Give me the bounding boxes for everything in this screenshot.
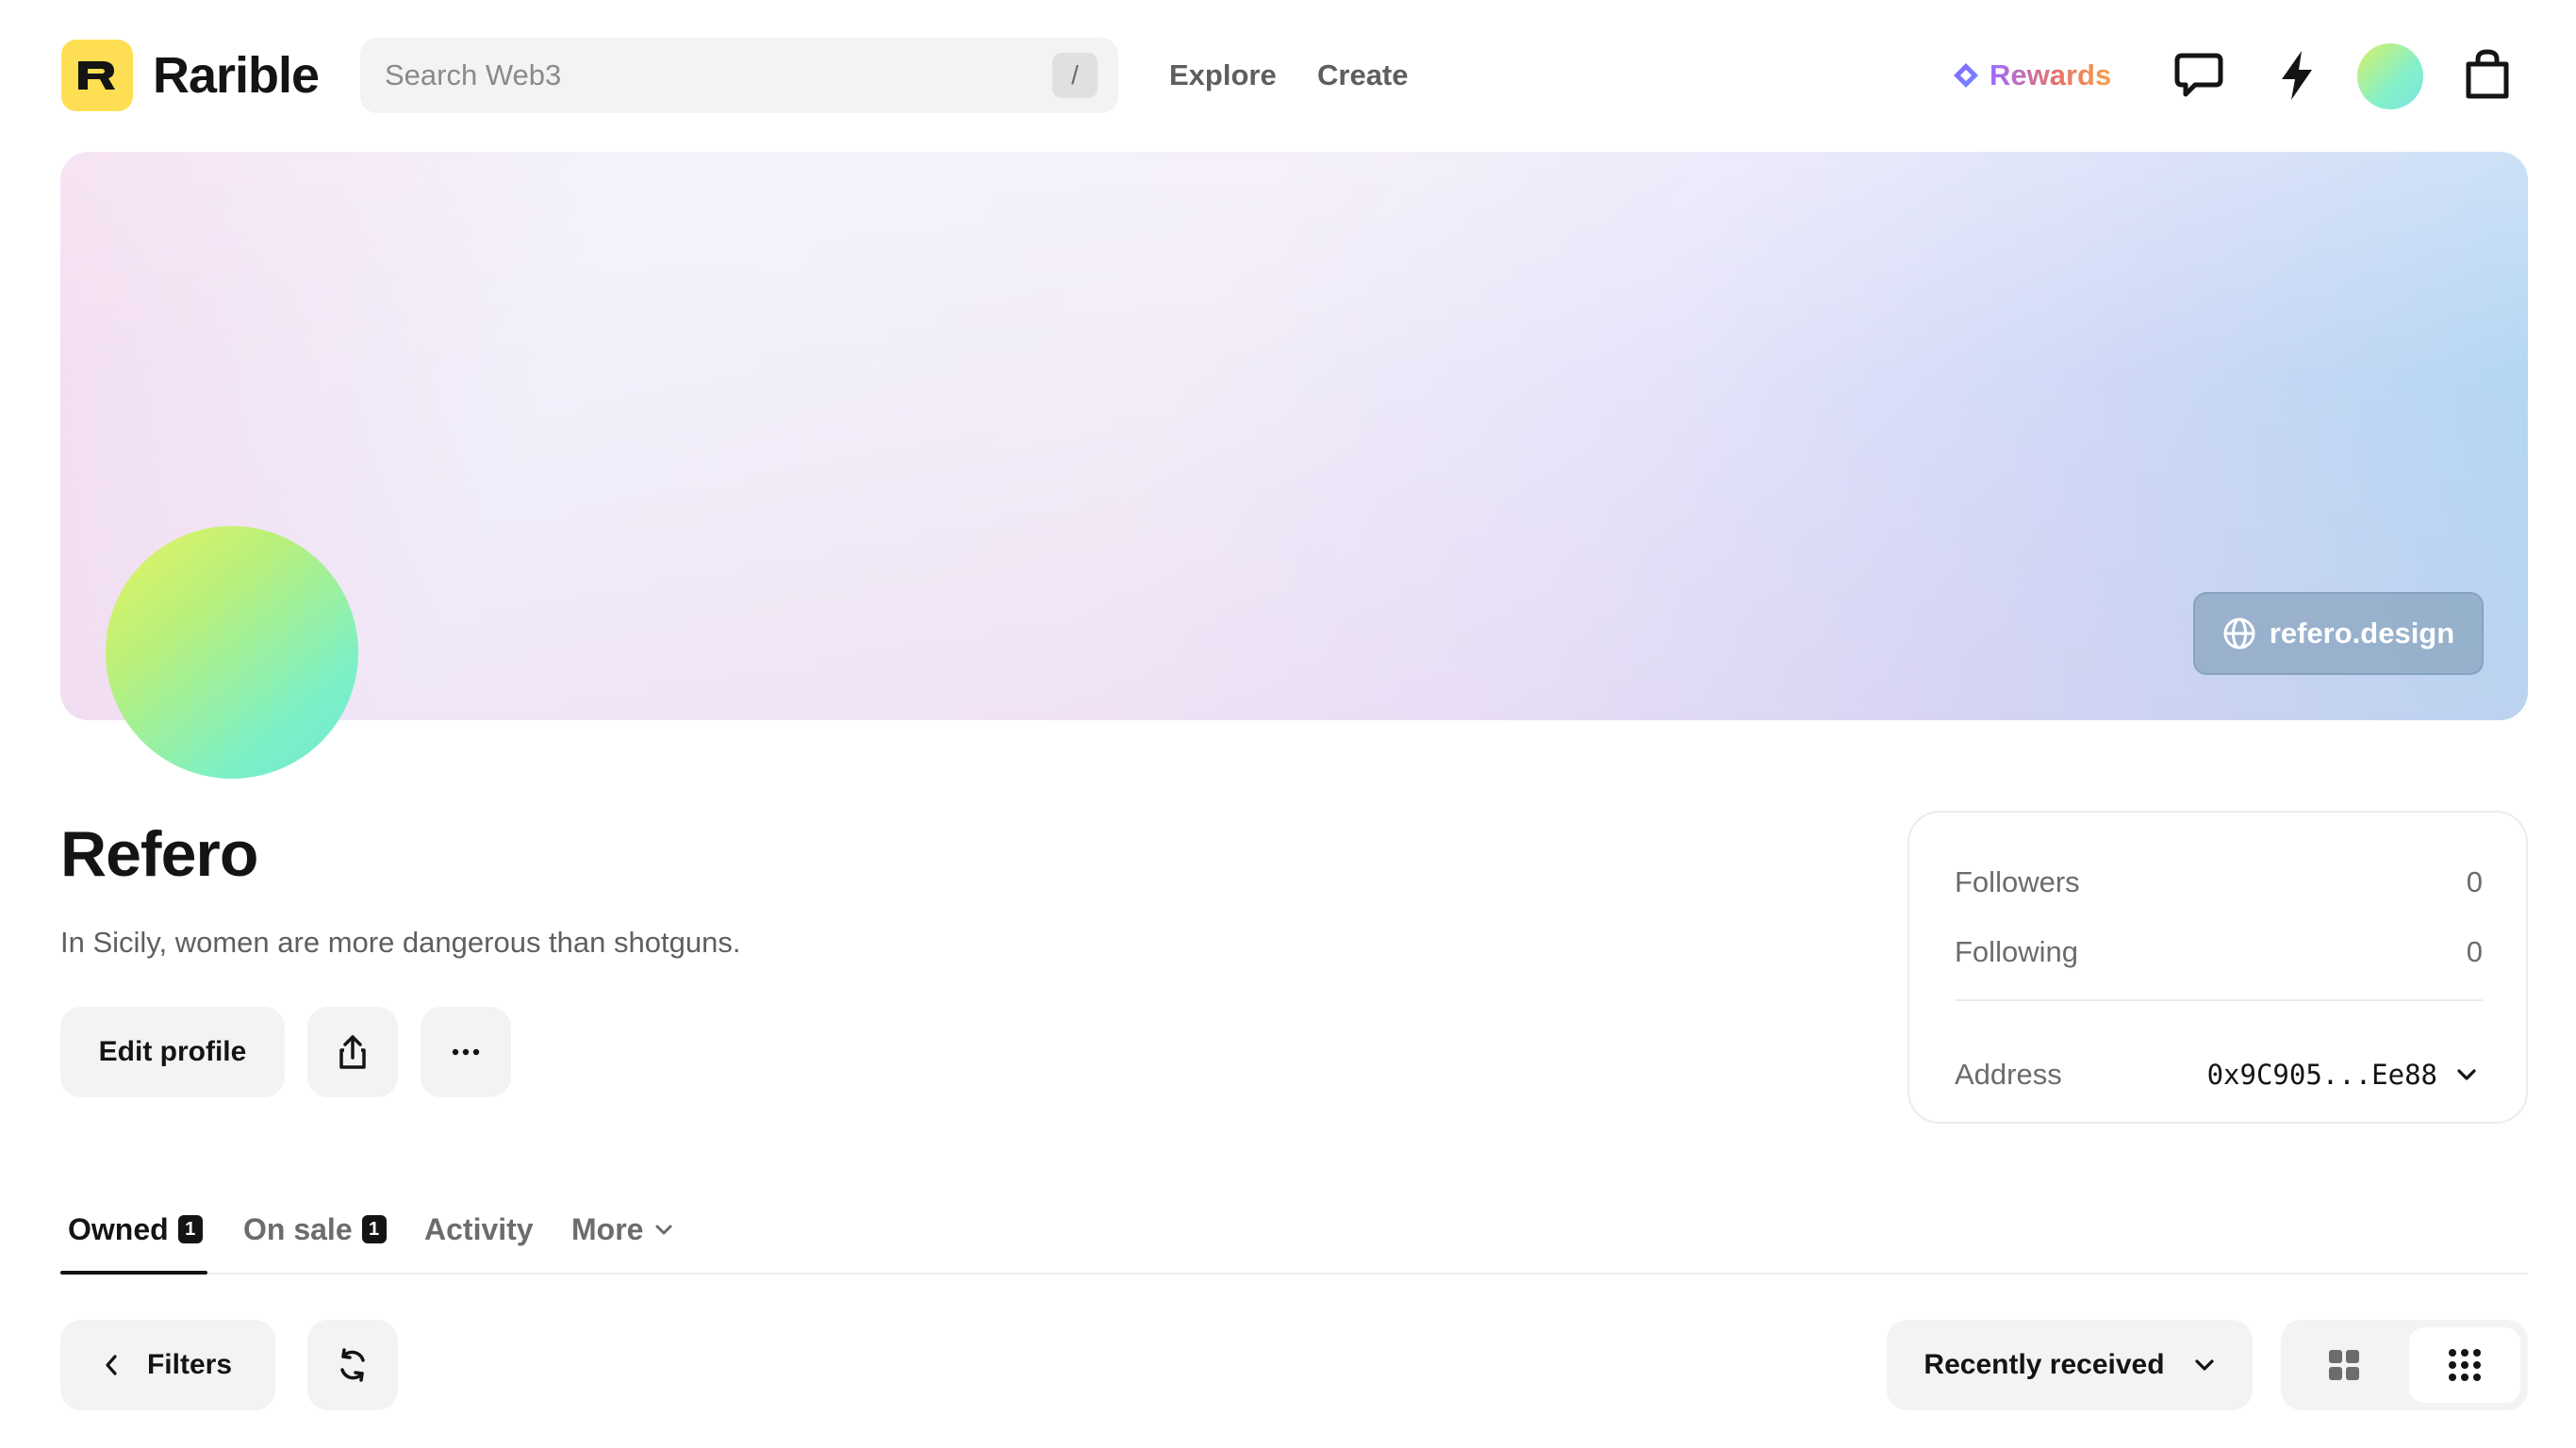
profile-tabs: Owned 1 On sale 1 Activity More [60, 1195, 2528, 1275]
edit-profile-button[interactable]: Edit profile [60, 1007, 285, 1097]
more-options-button[interactable] [421, 1007, 511, 1097]
user-avatar-button[interactable] [2357, 43, 2423, 109]
tab-on-sale-label: On sale [243, 1211, 353, 1246]
profile-avatar [106, 526, 358, 779]
filters-button[interactable]: Filters [60, 1320, 275, 1410]
address-row: Address 0x9C905...Ee88 [1955, 1054, 2483, 1095]
large-grid-view-button[interactable] [2288, 1327, 2400, 1403]
profile-cover-banner [60, 152, 2528, 720]
bag-icon [2466, 49, 2509, 99]
rarible-logo-icon [78, 61, 115, 90]
search-bar[interactable]: / [360, 38, 1118, 113]
chevron-left-icon [106, 1355, 117, 1375]
logo-wordmark[interactable]: Rarible [153, 47, 320, 104]
tab-on-sale-count: 1 [361, 1215, 387, 1243]
tab-owned-count: 1 [177, 1215, 203, 1243]
messages-button[interactable] [2165, 41, 2233, 109]
more-dots-icon [452, 1048, 480, 1056]
following-count: 0 [2466, 935, 2483, 968]
refresh-button[interactable] [307, 1320, 398, 1410]
sort-label: Recently received [1924, 1349, 2165, 1380]
nav-create-link[interactable]: Create [1317, 57, 1409, 94]
rarible-logo[interactable] [61, 40, 133, 111]
large-grid-icon [2329, 1350, 2359, 1380]
following-row[interactable]: Following 0 [1955, 933, 2483, 971]
view-mode-toggle [2281, 1320, 2528, 1410]
sort-dropdown[interactable]: Recently received [1887, 1320, 2253, 1410]
search-input[interactable] [385, 38, 1026, 113]
refresh-icon [340, 1348, 365, 1382]
edit-profile-label: Edit profile [98, 1036, 247, 1067]
rewards-diamond-icon [1954, 63, 1978, 88]
chevron-down-icon [2194, 1359, 2214, 1371]
website-link-label: refero.design [2269, 617, 2455, 650]
rewards-label: Rewards [1990, 58, 2112, 91]
tab-more-label: More [571, 1211, 644, 1246]
tab-owned-label: Owned [68, 1211, 169, 1246]
stats-divider [1955, 999, 2483, 1001]
profile-bio: In Sicily, women are more dangerous than… [60, 926, 741, 959]
chevron-down-icon [2457, 1069, 2476, 1080]
address-dropdown-toggle[interactable] [2451, 1059, 2483, 1091]
tab-on-sale[interactable]: On sale 1 [243, 1210, 387, 1248]
tab-owned[interactable]: Owned 1 [68, 1210, 203, 1248]
profile-stats-card: Followers 0 Following 0 Address 0x9C905.… [1907, 811, 2528, 1124]
tabs-divider [60, 1273, 2528, 1275]
rewards-link[interactable]: Rewards [1952, 57, 2111, 94]
activity-button[interactable] [2263, 41, 2331, 109]
small-grid-icon [2449, 1349, 2481, 1381]
wallet-address[interactable]: 0x9C905...Ee88 [2207, 1059, 2437, 1091]
tab-activity[interactable]: Activity [424, 1210, 534, 1248]
filters-label: Filters [146, 1349, 233, 1380]
website-link-chip[interactable]: refero.design [2193, 592, 2484, 675]
followers-row[interactable]: Followers 0 [1955, 864, 2483, 901]
chevron-down-icon [655, 1225, 672, 1235]
top-header: Rarible / Explore Create Rewards [0, 0, 2576, 151]
followers-count: 0 [2466, 865, 2483, 898]
cart-button[interactable] [2453, 41, 2521, 109]
share-icon [339, 1035, 366, 1069]
small-grid-view-button[interactable] [2409, 1327, 2520, 1403]
address-label: Address [1955, 1058, 2062, 1091]
followers-label: Followers [1955, 865, 2080, 898]
profile-name: Refero [60, 818, 258, 890]
active-tab-indicator [60, 1271, 207, 1275]
tab-more[interactable]: More [571, 1210, 675, 1248]
following-label: Following [1955, 935, 2078, 968]
nav-explore-link[interactable]: Explore [1169, 57, 1277, 94]
lightning-icon [2282, 51, 2312, 100]
globe-icon [2223, 617, 2255, 650]
search-shortcut-key: / [1052, 53, 1098, 98]
share-button[interactable] [307, 1007, 398, 1097]
tab-activity-label: Activity [424, 1211, 534, 1246]
chat-icon [2174, 53, 2223, 97]
